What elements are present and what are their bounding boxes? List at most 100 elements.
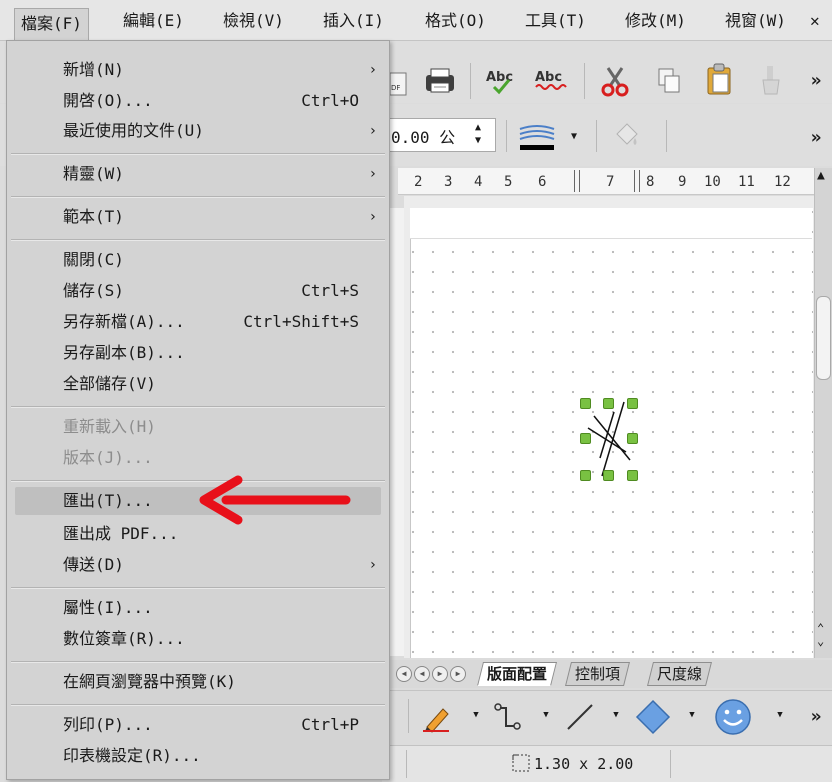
ruler-margin-marker[interactable]	[634, 170, 640, 192]
menu-window[interactable]: 視窗(W)	[725, 9, 786, 33]
line-color-dropdown-icon[interactable]: ▼	[566, 126, 582, 146]
ruler-tick: 2	[414, 174, 423, 190]
menu-item-printer-settings[interactable]: 印表機設定(R)...	[7, 742, 389, 770]
horizontal-ruler[interactable]: 2 3 4 5 6 7 8 9 10 11 12	[398, 168, 814, 195]
connector-dropdown-icon[interactable]: ▼	[540, 705, 552, 725]
close-document-icon[interactable]: ✕	[810, 9, 820, 33]
spin-arrows-icon[interactable]: ▲ ▼	[475, 121, 481, 147]
cut-icon[interactable]	[594, 61, 636, 101]
menubar: 檔案(F) 編輯(E) 檢視(V) 插入(I) 格式(O) 工具(T) 修改(M…	[0, 0, 832, 41]
toolbar-separator	[408, 699, 409, 733]
menu-item-wizards[interactable]: 精靈(W) ›	[7, 160, 389, 188]
scroll-page-icon[interactable]: ⌃ ⌄	[817, 622, 824, 648]
selection-handle[interactable]	[627, 470, 638, 481]
menu-item-new[interactable]: 新增(N) ›	[7, 56, 389, 84]
tab-dimension-lines[interactable]: 尺度線	[647, 662, 713, 686]
selection-handle[interactable]	[603, 470, 614, 481]
clone-formatting-icon[interactable]	[752, 61, 792, 101]
menu-item-recent-documents[interactable]: 最近使用的文件(U) ›	[7, 117, 389, 145]
menu-item-save-all[interactable]: 全部儲存(V)	[7, 370, 389, 398]
copy-icon[interactable]	[648, 61, 688, 101]
ruler-tick: 9	[678, 174, 687, 190]
toolbar-separator	[584, 63, 585, 99]
auto-spellcheck-icon[interactable]: Abc	[530, 61, 574, 101]
selection-handle[interactable]	[580, 398, 591, 409]
menu-insert[interactable]: 插入(I)	[323, 9, 384, 33]
submenu-arrow-icon: ›	[368, 62, 377, 78]
menu-format[interactable]: 格式(O)	[425, 9, 486, 33]
menu-edit[interactable]: 編輯(E)	[123, 9, 184, 33]
menu-item-templates[interactable]: 範本(T) ›	[7, 203, 389, 231]
menu-item-print[interactable]: 列印(P)... Ctrl+P	[7, 711, 389, 739]
line-color-icon[interactable]	[514, 120, 560, 152]
menu-item-preview-in-browser[interactable]: 在網頁瀏覽器中預覽(K)	[7, 668, 389, 696]
toolbar-separator	[506, 120, 507, 152]
ruler-tick: 11	[738, 174, 755, 190]
toolbar-overflow-icon[interactable]: »	[806, 65, 826, 95]
menu-separator	[11, 406, 385, 408]
toolbar2-overflow-icon[interactable]: »	[806, 122, 826, 152]
status-separator	[670, 750, 671, 778]
toolbar-separator	[470, 63, 471, 99]
menu-item-properties[interactable]: 屬性(I)...	[7, 594, 389, 622]
ruler-tick: 4	[474, 174, 483, 190]
menu-item-save[interactable]: 儲存(S) Ctrl+S	[7, 277, 389, 305]
scroll-up-icon[interactable]: ▲	[817, 168, 825, 183]
drawbar-overflow-icon[interactable]: »	[806, 703, 826, 729]
annotation-arrow-icon	[196, 474, 352, 526]
menu-separator	[11, 153, 385, 155]
file-menu-dropdown: 新增(N) › 開啓(O)... Ctrl+O 最近使用的文件(U) › 精靈(…	[6, 40, 390, 780]
vertical-scroll-thumb[interactable]	[816, 296, 831, 380]
menu-item-versions: 版本(J)...	[63, 448, 153, 467]
menu-view[interactable]: 檢視(V)	[223, 9, 284, 33]
symbol-shapes-dropdown-icon[interactable]: ▼	[774, 705, 786, 725]
freeform-pencil-icon[interactable]	[418, 699, 456, 735]
object-size-readout: 1.30 x 2.00	[534, 755, 634, 773]
tab-last-icon[interactable]: ▶	[450, 666, 466, 682]
print-icon[interactable]	[416, 61, 464, 101]
paste-icon[interactable]	[700, 59, 740, 101]
submenu-arrow-icon: ›	[368, 209, 377, 225]
symbol-shapes-smiley-icon[interactable]	[710, 695, 756, 739]
tab-controls[interactable]: 控制項	[565, 662, 631, 686]
vertical-scrollbar[interactable]: ▲ ⌃ ⌄	[814, 168, 832, 658]
selection-handle[interactable]	[580, 470, 591, 481]
spellcheck-icon[interactable]: Abc	[482, 61, 522, 101]
line-dropdown-icon[interactable]: ▼	[610, 705, 622, 725]
toolbar-separator	[666, 120, 667, 152]
menu-item-close[interactable]: 關閉(C)	[7, 246, 389, 274]
ruler-margin-marker[interactable]	[574, 170, 580, 192]
tab-next-icon[interactable]: ▶	[432, 666, 448, 682]
menu-tools[interactable]: 工具(T)	[525, 9, 586, 33]
basic-shapes-dropdown-icon[interactable]: ▼	[686, 705, 698, 725]
tab-prev-icon[interactable]: ◀	[414, 666, 430, 682]
menu-separator	[11, 704, 385, 706]
tab-first-icon[interactable]: ◀	[396, 666, 412, 682]
line-width-field[interactable]: 0.00 公 ▲ ▼	[388, 118, 496, 152]
submenu-arrow-icon: ›	[368, 557, 377, 573]
connector-icon[interactable]	[488, 699, 528, 735]
basic-shapes-diamond-icon[interactable]	[632, 697, 674, 737]
menu-file[interactable]: 檔案(F)	[14, 8, 89, 41]
tab-layout[interactable]: 版面配置	[477, 662, 558, 686]
menu-item-open[interactable]: 開啓(O)... Ctrl+O	[7, 87, 389, 115]
freeform-dropdown-icon[interactable]: ▼	[470, 705, 482, 725]
line-tool-icon[interactable]	[560, 699, 600, 735]
export-pdf-icon[interactable]: DF	[388, 71, 408, 99]
menu-item-digital-signatures[interactable]: 數位簽章(R)...	[7, 625, 389, 653]
menu-item-save-copy[interactable]: 另存副本(B)...	[7, 339, 389, 367]
selection-handle[interactable]	[580, 433, 591, 444]
selection-handle[interactable]	[627, 433, 638, 444]
selection-handle[interactable]	[603, 398, 614, 409]
menu-separator	[11, 587, 385, 589]
menu-item-save-as[interactable]: 另存新檔(A)... Ctrl+Shift+S	[7, 308, 389, 336]
toolbar-separator	[596, 120, 597, 152]
drawing-toolbar: ▼ ▼ ▼ ▼ ▼ »	[382, 690, 832, 743]
fill-bucket-icon[interactable]	[606, 118, 646, 154]
ruler-tick: 6	[538, 174, 547, 190]
menu-item-send[interactable]: 傳送(D) ›	[7, 551, 389, 579]
menu-modify[interactable]: 修改(M)	[625, 9, 686, 33]
submenu-arrow-icon: ›	[368, 123, 377, 139]
selection-handle[interactable]	[627, 398, 638, 409]
submenu-arrow-icon: ›	[368, 166, 377, 182]
